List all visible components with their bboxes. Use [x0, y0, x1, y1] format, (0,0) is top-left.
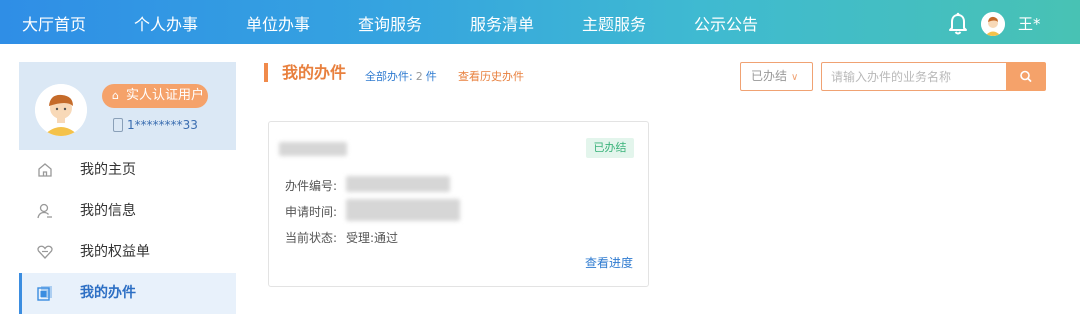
sidebar-item-label: 我的主页: [80, 162, 136, 178]
apply-time-redacted: [346, 199, 460, 221]
top-user-name[interactable]: 王*: [1018, 12, 1041, 36]
total-label: 全部办件:: [365, 70, 413, 83]
sidebar-item-label: 我的信息: [80, 203, 136, 219]
profile-card: ⌂ 实人认证用户 1********33: [19, 62, 236, 150]
home-icon: [38, 163, 52, 177]
case-number-redacted: [346, 176, 450, 192]
profile-avatar: [35, 84, 87, 136]
history-cases-link[interactable]: 查看历史办件: [458, 70, 524, 84]
phone-icon: [113, 117, 123, 132]
status-badge: 已办结: [586, 138, 634, 158]
document-stack-icon: [37, 286, 52, 301]
total-cases[interactable]: 全部办件: 2 件: [365, 70, 437, 84]
sidebar-item-home[interactable]: 我的主页: [19, 150, 236, 191]
search-button[interactable]: [1006, 62, 1046, 91]
phone-number: 1********33: [113, 117, 198, 133]
bell-icon[interactable]: [948, 12, 968, 36]
user-avatar[interactable]: [981, 12, 1005, 36]
view-progress-link[interactable]: 查看进度: [585, 255, 633, 271]
sidebar-item-benefits[interactable]: 我的权益单: [19, 232, 236, 273]
total-count: 2: [415, 70, 423, 83]
total-unit: 件: [425, 70, 437, 83]
case-card[interactable]: 已办结 办件编号: 申请时间: 当前状态: 受理:通过 查看进度: [268, 121, 649, 287]
sidebar-item-info[interactable]: 我的信息: [19, 191, 236, 232]
status-filter-value: 已办结: [751, 69, 788, 83]
sidebar-item-label: 我的办件: [80, 285, 136, 301]
current-status-value: 受理:通过: [346, 231, 399, 245]
nav-item-theme[interactable]: 主题服务: [582, 0, 646, 44]
heart-shield-icon: [37, 245, 53, 259]
case-number-label: 办件编号:: [285, 179, 338, 193]
current-status-label: 当前状态:: [285, 231, 338, 245]
shield-icon: ⌂: [112, 89, 119, 102]
sidebar-item-label: 我的权益单: [80, 244, 150, 260]
nav-item-query[interactable]: 查询服务: [358, 0, 422, 44]
search-icon: [1020, 70, 1032, 82]
sidebar-item-my-cases[interactable]: 我的办件: [19, 273, 236, 314]
avatar-image-icon: [35, 84, 87, 136]
verified-user-badge: ⌂ 实人认证用户: [102, 84, 208, 108]
verified-badge-label: 实人认证用户: [126, 88, 205, 103]
avatar-image-icon: [981, 12, 1005, 36]
nav-item-personal[interactable]: 个人办事: [134, 0, 198, 44]
top-nav-bar: 大厅首页 个人办事 单位办事 查询服务 服务清单 主题服务 公示公告 王*: [0, 0, 1080, 44]
nav-item-service-list[interactable]: 服务清单: [470, 0, 534, 44]
apply-time-label: 申请时间:: [285, 205, 338, 219]
case-name-redacted: [279, 142, 347, 156]
nav-item-organization[interactable]: 单位办事: [246, 0, 310, 44]
sidebar: ⌂ 实人认证用户 1********33 我的主页 我的信息 我的权益单 我的办…: [19, 62, 236, 326]
chevron-down-icon: ∨: [791, 72, 799, 83]
page-title: 我的办件: [282, 63, 347, 82]
title-accent-bar: [264, 63, 268, 82]
phone-text: 1********33: [127, 118, 198, 132]
nav-item-announcements[interactable]: 公示公告: [694, 0, 758, 44]
status-filter-select[interactable]: 已办结 ∨: [740, 62, 813, 91]
nav-item-hall-home[interactable]: 大厅首页: [22, 0, 86, 44]
search-input[interactable]: [821, 62, 1007, 91]
user-icon: [37, 203, 52, 219]
